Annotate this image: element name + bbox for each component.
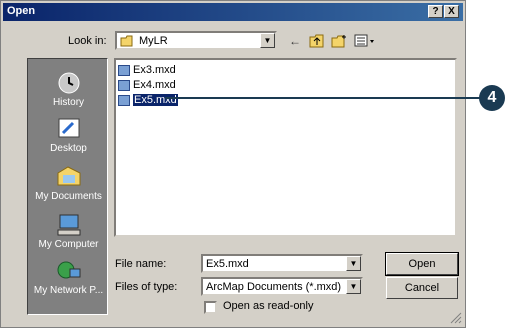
back-icon[interactable]: ←: [286, 32, 304, 50]
place-label: My Computer: [38, 239, 99, 250]
place-my-computer[interactable]: My Computer: [28, 213, 109, 250]
mxd-file-icon: [118, 79, 130, 91]
new-folder-icon[interactable]: [330, 32, 348, 50]
place-history[interactable]: History: [28, 71, 109, 108]
chevron-down-icon[interactable]: ▼: [346, 279, 361, 294]
read-only-label: Open as read-only: [223, 300, 314, 312]
open-button[interactable]: Open: [385, 252, 459, 276]
up-folder-icon[interactable]: [308, 32, 326, 50]
list-item-selected[interactable]: Ex5.mxd: [118, 93, 179, 107]
list-item[interactable]: Ex4.mxd: [118, 78, 176, 92]
help-button[interactable]: ?: [428, 5, 443, 18]
history-icon: [58, 72, 79, 94]
chevron-down-icon[interactable]: ▼: [260, 33, 275, 48]
close-button[interactable]: X: [444, 5, 459, 18]
mxd-file-icon: [118, 64, 130, 76]
dialog-title: Open: [7, 5, 36, 17]
file-type-dropdown[interactable]: ArcMap Documents (*.mxd) ▼: [201, 277, 363, 296]
place-label: History: [52, 97, 85, 108]
place-my-documents[interactable]: My Documents: [28, 165, 109, 202]
list-item[interactable]: Ex3.mxd: [118, 63, 176, 77]
place-label: My Documents: [35, 191, 102, 202]
callout-line: [165, 97, 485, 99]
chevron-down-icon[interactable]: ▼: [346, 256, 361, 271]
read-only-checkbox[interactable]: [204, 301, 217, 314]
file-name-value: Ex5.mxd: [206, 258, 249, 270]
resize-grip-icon[interactable]: [450, 312, 462, 324]
place-desktop[interactable]: Desktop: [28, 117, 109, 154]
place-label: Desktop: [50, 143, 87, 154]
look-in-value: MyLR: [139, 35, 168, 47]
mxd-file-icon: [118, 94, 130, 106]
folder-icon: [120, 35, 133, 47]
file-type-label: Files of type:: [115, 281, 178, 293]
look-in-label: Look in:: [68, 35, 107, 47]
look-in-dropdown[interactable]: MyLR ▼: [115, 31, 277, 50]
places-bar: History Desktop My Documents My Computer…: [27, 58, 108, 315]
my-network-places-icon: [57, 261, 80, 279]
desktop-icon: [58, 118, 79, 138]
file-name-label: File name:: [115, 258, 167, 270]
my-documents-icon: [57, 166, 80, 186]
cancel-button[interactable]: Cancel: [386, 277, 458, 299]
place-label: My Network P...: [33, 285, 104, 296]
open-dialog: Open ? X Look in: MyLR ▼ ← History Deskt…: [0, 0, 466, 328]
view-menu-icon[interactable]: [352, 32, 378, 50]
file-type-value: ArcMap Documents (*.mxd): [206, 281, 342, 293]
file-list[interactable]: Ex3.mxd Ex4.mxd Ex5.mxd: [114, 58, 457, 237]
title-bar: Open ? X: [3, 3, 463, 21]
place-my-network[interactable]: My Network P...: [28, 259, 109, 296]
callout-badge: 4: [479, 85, 505, 111]
my-computer-icon: [57, 214, 80, 236]
file-name-field[interactable]: Ex5.mxd ▼: [201, 254, 363, 273]
